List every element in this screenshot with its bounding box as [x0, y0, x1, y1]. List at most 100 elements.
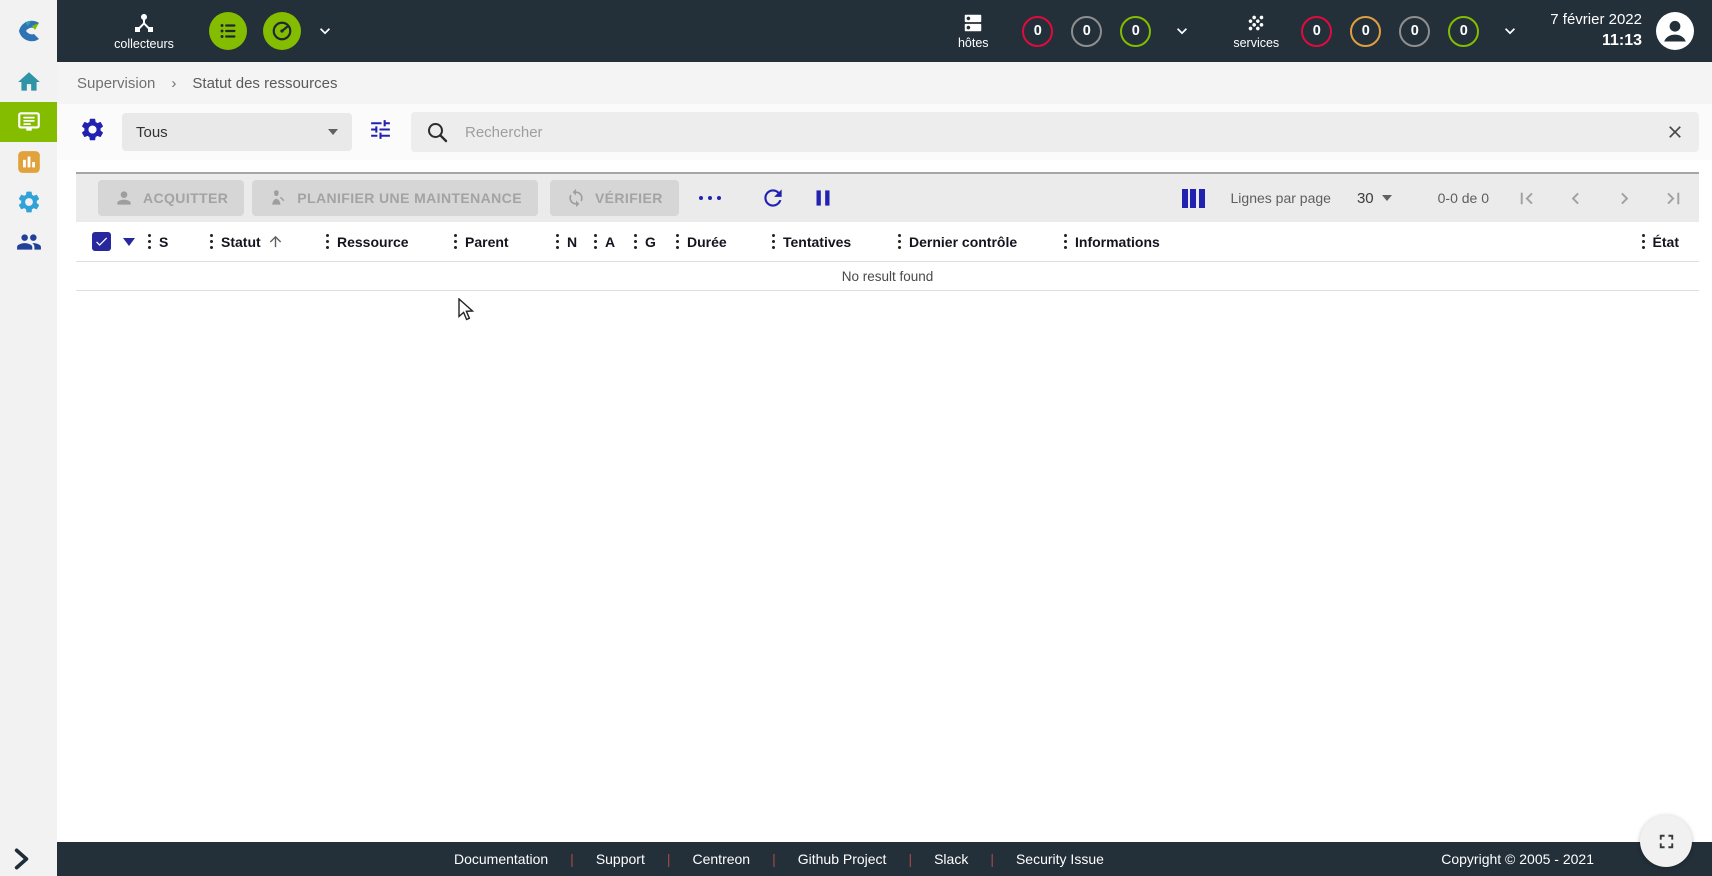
drag-handle-icon[interactable]	[634, 240, 637, 243]
column-header-n[interactable]: N	[554, 234, 592, 250]
filter-settings-button[interactable]	[79, 116, 106, 148]
hosts-menu[interactable]: hôtes	[933, 12, 1013, 50]
gauge-icon	[271, 20, 293, 42]
drag-handle-icon[interactable]	[210, 240, 213, 243]
drag-handle-icon[interactable]	[326, 240, 329, 243]
column-header-statut[interactable]: Statut	[208, 233, 324, 250]
footer-separator: |	[570, 851, 574, 867]
sidebar-item-home[interactable]	[0, 62, 57, 102]
select-options-caret[interactable]	[123, 238, 135, 246]
services-chevron-down-icon[interactable]	[1500, 21, 1520, 41]
breadcrumb-supervision[interactable]: Supervision	[77, 75, 155, 92]
select-all-checkbox[interactable]	[92, 232, 111, 251]
clear-search-button[interactable]	[1665, 122, 1685, 142]
search-box	[411, 112, 1699, 152]
drag-handle-icon[interactable]	[556, 240, 559, 243]
hosts-down-counter[interactable]: 0	[1022, 16, 1053, 47]
centreon-logo[interactable]	[0, 0, 57, 62]
poller-gauge-button[interactable]	[263, 12, 301, 50]
fullscreen-button[interactable]	[1640, 815, 1692, 867]
filter-select[interactable]: Tous	[122, 113, 352, 151]
drag-handle-icon[interactable]	[454, 240, 457, 243]
footer-link-documentation[interactable]: Documentation	[454, 851, 548, 867]
clock: 7 février 2022 11:13	[1550, 10, 1642, 52]
more-actions-button[interactable]	[697, 196, 724, 200]
services-menu[interactable]: services	[1220, 12, 1292, 50]
pollers-label: collecteurs	[114, 37, 174, 51]
pause-autorefresh-button[interactable]	[810, 185, 836, 211]
downtime-button[interactable]: PLANIFIER UNE MAINTENANCE	[252, 180, 538, 216]
pagination-area: Lignes par page 30 0-0 de 0	[1182, 187, 1685, 210]
sidebar-item-administration[interactable]	[0, 222, 57, 262]
breadcrumb-page: Statut des ressources	[192, 75, 337, 92]
column-header-parent[interactable]: Parent	[452, 234, 554, 250]
drag-handle-icon[interactable]	[148, 240, 151, 243]
next-page-button[interactable]	[1613, 187, 1636, 210]
breadcrumb: Supervision › Statut des ressources	[57, 62, 1712, 104]
pagination-range: 0-0 de 0	[1438, 190, 1489, 206]
services-warning-counter[interactable]: 0	[1350, 16, 1381, 47]
services-unknown-counter[interactable]: 0	[1399, 16, 1430, 47]
previous-page-button[interactable]	[1564, 187, 1587, 210]
hosts-chevron-down-icon[interactable]	[1172, 21, 1192, 41]
poller-list-button[interactable]	[209, 12, 247, 50]
hosts-label: hôtes	[958, 36, 989, 50]
drag-handle-icon[interactable]	[1642, 240, 1645, 243]
column-label: Durée	[687, 234, 727, 250]
drag-handle-icon[interactable]	[772, 240, 775, 243]
home-icon	[16, 69, 42, 95]
footer-link-security[interactable]: Security Issue	[1016, 851, 1104, 867]
column-header-severity[interactable]: S	[146, 234, 208, 250]
drag-handle-icon[interactable]	[594, 240, 597, 243]
services-ok-counter[interactable]: 0	[1448, 16, 1479, 47]
hosts-up-counter[interactable]: 0	[1120, 16, 1151, 47]
hosts-unreachable-counter[interactable]: 0	[1071, 16, 1102, 47]
column-header-dernier-controle[interactable]: Dernier contrôle	[896, 234, 1062, 250]
person-icon	[114, 188, 134, 208]
column-label: État	[1653, 234, 1679, 250]
edit-columns-button[interactable]	[1182, 189, 1205, 208]
column-header-ressource[interactable]: Ressource	[324, 234, 452, 250]
user-avatar[interactable]	[1656, 12, 1694, 50]
sidebar-item-reporting[interactable]	[0, 142, 57, 182]
chevron-right-icon	[8, 846, 34, 872]
drag-handle-icon[interactable]	[1064, 240, 1067, 243]
column-header-g[interactable]: G	[632, 234, 674, 250]
footer-separator: |	[990, 851, 994, 867]
column-header-duree[interactable]: Durée	[674, 234, 770, 250]
pollers-chevron-down-icon[interactable]	[315, 21, 335, 41]
column-header-tentatives[interactable]: Tentatives	[770, 234, 896, 250]
acknowledge-button[interactable]: ACQUITTER	[98, 180, 244, 216]
footer-links: Documentation | Support | Centreon | Github Pr…	[454, 851, 1104, 867]
sidebar-item-supervision[interactable]	[0, 102, 57, 142]
footer-link-slack[interactable]: Slack	[934, 851, 968, 867]
first-page-button[interactable]	[1515, 187, 1538, 210]
monitoring-icon	[16, 109, 42, 135]
footer-link-support[interactable]: Support	[596, 851, 645, 867]
refresh-button[interactable]	[760, 185, 786, 211]
last-page-button[interactable]	[1662, 187, 1685, 210]
drag-handle-icon[interactable]	[676, 240, 679, 243]
search-input[interactable]	[463, 123, 1665, 142]
column-label: Informations	[1075, 234, 1160, 250]
column-label: Dernier contrôle	[909, 234, 1017, 250]
breadcrumb-separator: ›	[171, 75, 176, 92]
sidebar-item-configuration[interactable]	[0, 182, 57, 222]
column-header-etat[interactable]: État	[1640, 234, 1699, 250]
column-header-a[interactable]: A	[592, 234, 632, 250]
footer-separator: |	[772, 851, 776, 867]
footer-link-github[interactable]: Github Project	[798, 851, 887, 867]
sidebar-expand-button[interactable]	[6, 844, 36, 874]
advanced-filters-button[interactable]	[368, 117, 393, 147]
rows-per-page-select[interactable]: 30	[1357, 190, 1392, 207]
refresh-icon	[760, 185, 786, 211]
pollers-menu[interactable]: collecteurs	[101, 11, 187, 51]
check-button[interactable]: VÉRIFIER	[550, 180, 679, 216]
services-critical-counter[interactable]: 0	[1301, 16, 1332, 47]
column-label: A	[605, 234, 615, 250]
footer-link-centreon[interactable]: Centreon	[693, 851, 751, 867]
column-header-informations[interactable]: Informations	[1062, 234, 1640, 250]
drag-handle-icon[interactable]	[898, 240, 901, 243]
hosts-icon	[962, 12, 984, 34]
sort-asc-icon	[267, 233, 284, 250]
